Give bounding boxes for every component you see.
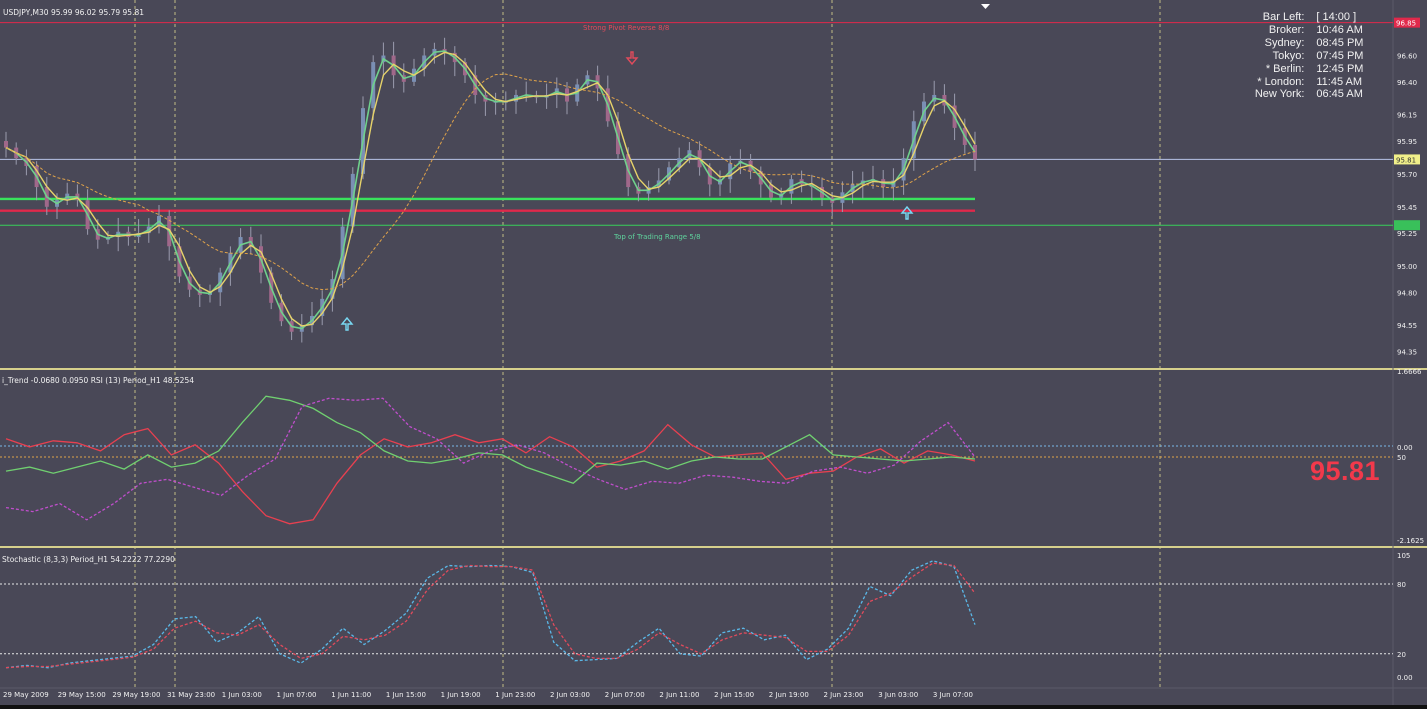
current-price-tag-text: 95.81 bbox=[1396, 156, 1416, 164]
stochastic-tick-label: 0.00 bbox=[1397, 674, 1413, 682]
price-tick-label: 96.40 bbox=[1397, 79, 1417, 87]
time-tick-label: 29 May 15:00 bbox=[58, 691, 106, 699]
clock-value: 10:46 AM bbox=[1316, 23, 1363, 36]
clock-value: [ 14:00 ] bbox=[1316, 11, 1357, 23]
price-tick-label: 96.60 bbox=[1397, 53, 1417, 61]
candle-body bbox=[4, 141, 8, 148]
clock-label: Broker: bbox=[1268, 23, 1305, 36]
time-tick-label: 1 Jun 07:00 bbox=[277, 691, 317, 699]
price-tick-label: 95.00 bbox=[1397, 263, 1417, 271]
clock-label: Sydney: bbox=[1264, 36, 1305, 49]
indicator-title-stochastic: Stochastic (8,3,3) Period_H1 54.2222 77.… bbox=[2, 555, 175, 564]
clock-row: Sydney: 08:45 PM bbox=[1245, 37, 1370, 50]
time-tick-label: 2 Jun 19:00 bbox=[769, 691, 809, 699]
pivot-price-tag-text: 96.85 bbox=[1396, 20, 1416, 28]
clock-value: 11:45 AM bbox=[1316, 75, 1363, 88]
market-clock-panel: Bar Left:[ 14:00 ] Broker: 10:46 AM Sydney:… bbox=[1245, 11, 1370, 101]
time-tick-label: 2 Jun 23:00 bbox=[824, 691, 864, 699]
price-tick-label: 94.80 bbox=[1397, 289, 1417, 297]
time-tick-label: 2 Jun 15:00 bbox=[714, 691, 754, 699]
clock-value: 07:45 PM bbox=[1316, 49, 1364, 62]
clock-row: Bar Left: [ 14:00 ] bbox=[1245, 11, 1370, 24]
time-tick-label: 31 May 23:00 bbox=[167, 691, 215, 699]
chart-background bbox=[0, 0, 1427, 705]
clock-label: * Berlin: bbox=[1265, 62, 1305, 75]
clock-value: 12:45 PM bbox=[1316, 62, 1364, 75]
time-tick-label: 1 Jun 23:00 bbox=[495, 691, 535, 699]
clock-label: * London: bbox=[1257, 75, 1305, 88]
time-tick-label: 1 Jun 19:00 bbox=[441, 691, 481, 699]
trading-chart-window: Strong Pivot Reverse 8/8 Top of Trading … bbox=[0, 0, 1427, 705]
clock-row: Broker: 10:46 AM bbox=[1245, 24, 1370, 37]
indicator-tick-label: 50 bbox=[1397, 454, 1406, 462]
time-tick-label: 1 Jun 15:00 bbox=[386, 691, 426, 699]
clock-label: Tokyo: bbox=[1272, 49, 1305, 62]
clock-row: * London: 11:45 AM bbox=[1245, 76, 1370, 89]
clock-row: New York: 06:45 AM bbox=[1245, 88, 1370, 101]
chart-canvas[interactable]: Strong Pivot Reverse 8/8 Top of Trading … bbox=[0, 0, 1427, 705]
time-tick-label: 29 May 2009 bbox=[3, 691, 49, 699]
price-tick-label: 95.95 bbox=[1397, 138, 1417, 146]
price-tick-label: 96.15 bbox=[1397, 112, 1417, 120]
price-tick-label: 95.70 bbox=[1397, 171, 1417, 179]
time-tick-label: 1 Jun 11:00 bbox=[331, 691, 371, 699]
time-tick-label: 29 May 19:00 bbox=[112, 691, 160, 699]
clock-row: * Berlin: 12:45 PM bbox=[1245, 63, 1370, 76]
time-tick-label: 2 Jun 11:00 bbox=[659, 691, 699, 699]
symbol-header: USDJPY,M30 95.99 96.02 95.79 95.81 bbox=[3, 8, 144, 17]
clock-label: Bar Left: bbox=[1262, 11, 1305, 23]
price-tick-label: 95.45 bbox=[1397, 204, 1417, 212]
time-tick-label: 2 Jun 07:00 bbox=[605, 691, 645, 699]
range-annotation: Top of Trading Range 5/8 bbox=[613, 233, 701, 241]
indicator-tick-label: 0.00 bbox=[1397, 444, 1413, 452]
indicator-tick-label: 1.6666 bbox=[1397, 368, 1422, 376]
clock-row: Tokyo: 07:45 PM bbox=[1245, 50, 1370, 63]
indicator-tick-label: -2.1625 bbox=[1397, 537, 1424, 545]
stochastic-tick-label: 20 bbox=[1397, 651, 1406, 659]
range-price-tag bbox=[1394, 220, 1420, 231]
time-tick-label: 3 Jun 07:00 bbox=[933, 691, 973, 699]
indicator-title-itrend-rsi: i_Trend -0.0680 0.0950 RSI (13) Period_H… bbox=[2, 376, 194, 385]
pivot-annotation: Strong Pivot Reverse 8/8 bbox=[583, 24, 669, 32]
price-tick-label: 94.35 bbox=[1397, 349, 1417, 357]
stochastic-tick-label: 105 bbox=[1397, 552, 1410, 560]
price-tick-label: 94.55 bbox=[1397, 322, 1417, 330]
clock-value: 08:45 PM bbox=[1316, 36, 1364, 49]
time-tick-label: 3 Jun 03:00 bbox=[878, 691, 918, 699]
time-tick-label: 1 Jun 03:00 bbox=[222, 691, 262, 699]
clock-label: New York: bbox=[1254, 88, 1305, 101]
current-price-display: 95.81 bbox=[1310, 456, 1381, 486]
time-tick-label: 2 Jun 03:00 bbox=[550, 691, 590, 699]
clock-value: 06:45 AM bbox=[1316, 88, 1363, 101]
price-tick-label: 95.25 bbox=[1397, 230, 1417, 238]
stochastic-tick-label: 80 bbox=[1397, 581, 1406, 589]
